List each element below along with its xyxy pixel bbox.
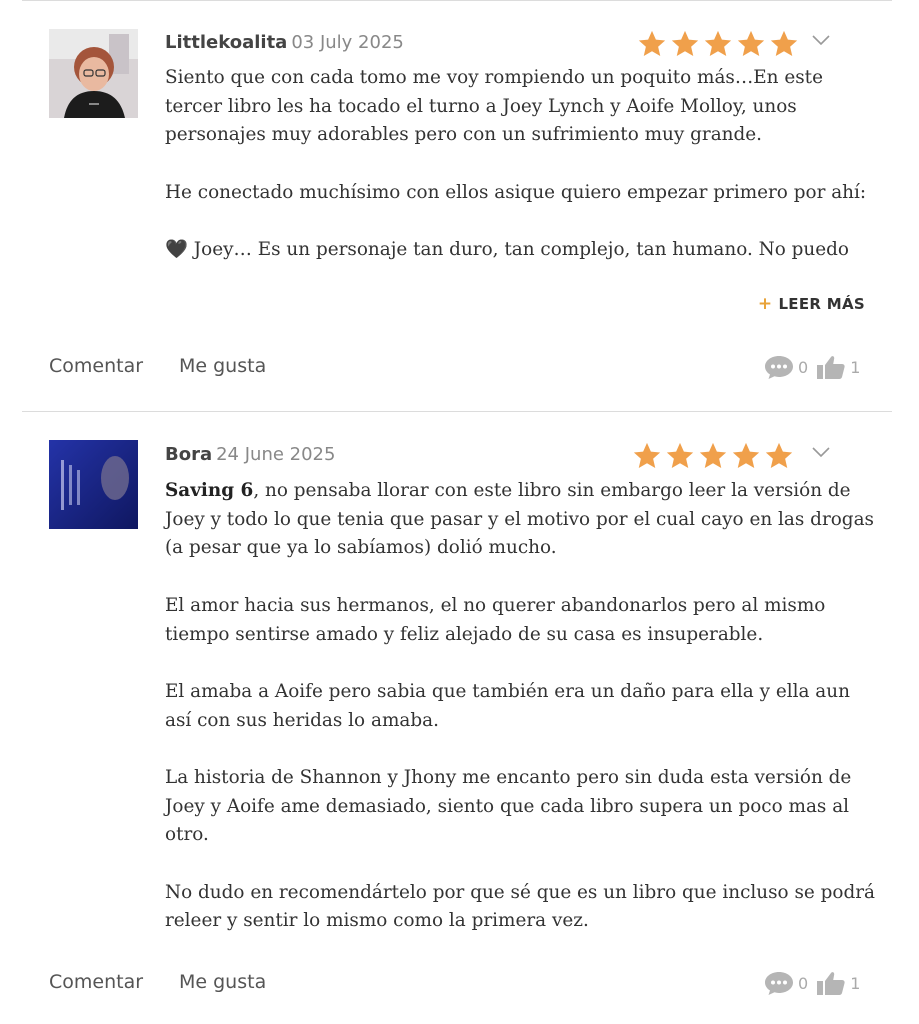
review-sentence: , no pensaba llorar con este libro sin e… xyxy=(165,480,874,559)
review-header: Bora 24 June 2025 xyxy=(165,444,335,466)
plus-icon: + xyxy=(757,294,773,314)
chevron-down-icon[interactable] xyxy=(812,34,830,46)
review-paragraph: 🖤 Joey… Es un personaje tan duro, tan co… xyxy=(165,239,849,261)
review-paragraph: La historia de Shannon y Jhony me encant… xyxy=(165,766,852,846)
like-count: 1 xyxy=(850,357,861,377)
review-date: 03 July 2025 xyxy=(291,32,404,53)
book-title: Saving 6 xyxy=(165,480,254,501)
star-icon xyxy=(633,442,661,468)
review-text: Saving 6, no pensaba llorar con este lib… xyxy=(165,477,875,965)
thumbs-up-icon[interactable] xyxy=(816,970,846,996)
comment-count: 0 xyxy=(798,357,809,377)
star-icon xyxy=(666,442,694,468)
read-more-label: LEER MÁS xyxy=(778,295,865,313)
star-rating xyxy=(632,441,794,471)
star-icon xyxy=(671,30,699,56)
comment-bubble-icon[interactable] xyxy=(764,354,794,380)
star-icon xyxy=(770,30,798,56)
review-paragraph: He conectado muchísimo con ellos asique … xyxy=(165,181,867,203)
review-paragraph: Siento que con cada tomo me voy rompiend… xyxy=(165,67,823,146)
star-icon xyxy=(699,442,727,468)
comment-button[interactable]: Comentar xyxy=(49,355,143,377)
like-button[interactable]: Me gusta xyxy=(179,355,266,377)
review-stats: 0 1 xyxy=(764,970,868,996)
star-rating xyxy=(637,29,799,59)
like-count: 1 xyxy=(850,973,861,993)
review-text: Siento que con cada tomo me voy rompiend… xyxy=(165,64,875,272)
review-paragraph: El amaba a Aoife pero sabia que también … xyxy=(165,680,850,731)
star-icon xyxy=(704,30,732,56)
divider xyxy=(22,411,892,412)
thumbs-up-icon[interactable] xyxy=(816,354,846,380)
read-more-link[interactable]: + LEER MÁS xyxy=(758,294,865,314)
review-header: Littlekoalita 03 July 2025 xyxy=(165,32,404,54)
chevron-down-icon[interactable] xyxy=(812,446,830,458)
review-paragraph: No dudo en recomendártelo por que sé que… xyxy=(165,881,875,932)
like-button[interactable]: Me gusta xyxy=(179,971,266,993)
username[interactable]: Bora xyxy=(165,444,212,465)
star-icon xyxy=(765,442,793,468)
comment-bubble-icon[interactable] xyxy=(764,970,794,996)
star-icon xyxy=(638,30,666,56)
comment-count: 0 xyxy=(798,973,809,993)
avatar[interactable] xyxy=(49,440,138,529)
star-icon xyxy=(732,442,760,468)
divider xyxy=(22,0,892,1)
comment-button[interactable]: Comentar xyxy=(49,971,143,993)
avatar[interactable] xyxy=(49,29,138,118)
review-stats: 0 1 xyxy=(764,354,868,380)
username[interactable]: Littlekoalita xyxy=(165,32,287,53)
review-paragraph: El amor hacia sus hermanos, el no querer… xyxy=(165,594,826,645)
review-date: 24 June 2025 xyxy=(216,444,336,465)
review-paragraph: Saving 6, no pensaba llorar con este lib… xyxy=(165,477,875,563)
star-icon xyxy=(737,30,765,56)
